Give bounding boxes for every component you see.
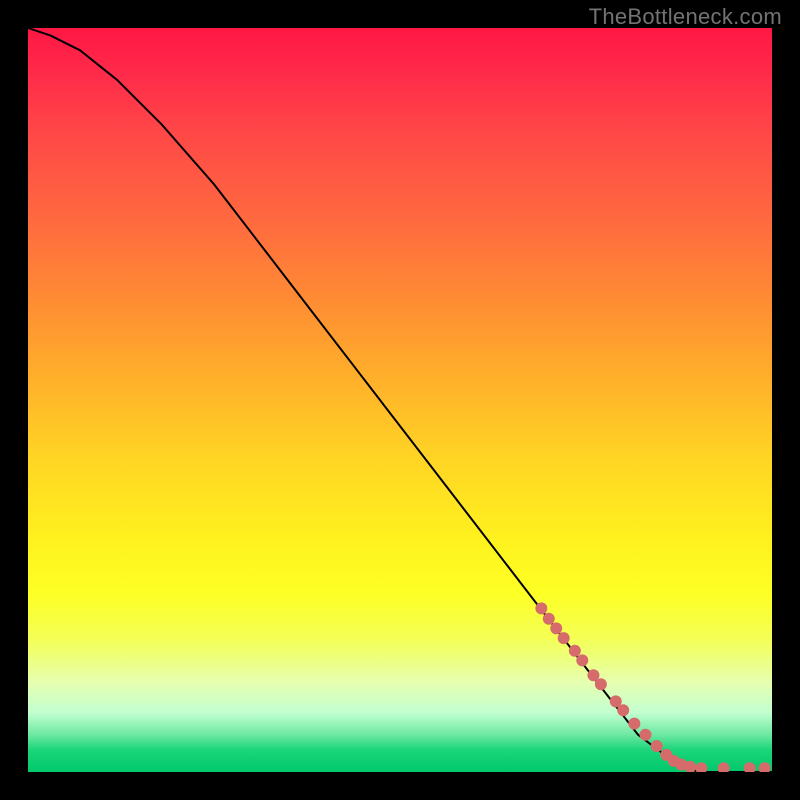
- data-marker: [569, 645, 581, 657]
- data-marker: [535, 602, 547, 614]
- data-marker: [576, 654, 588, 666]
- data-marker: [595, 678, 607, 690]
- data-marker: [744, 762, 756, 772]
- data-marker: [718, 762, 730, 772]
- watermark-text: TheBottleneck.com: [589, 4, 782, 30]
- chart-overlay: [28, 28, 772, 772]
- data-marker: [550, 622, 562, 634]
- chart-frame: TheBottleneck.com: [0, 0, 800, 800]
- data-marker: [543, 613, 555, 625]
- data-marker: [558, 632, 570, 644]
- data-marker: [617, 704, 629, 716]
- data-marker: [628, 718, 640, 730]
- bottleneck-curve: [28, 28, 772, 772]
- data-marker: [651, 740, 663, 752]
- data-marker: [759, 762, 771, 772]
- data-marker: [695, 762, 707, 772]
- marker-group: [535, 602, 770, 772]
- data-marker: [640, 729, 652, 741]
